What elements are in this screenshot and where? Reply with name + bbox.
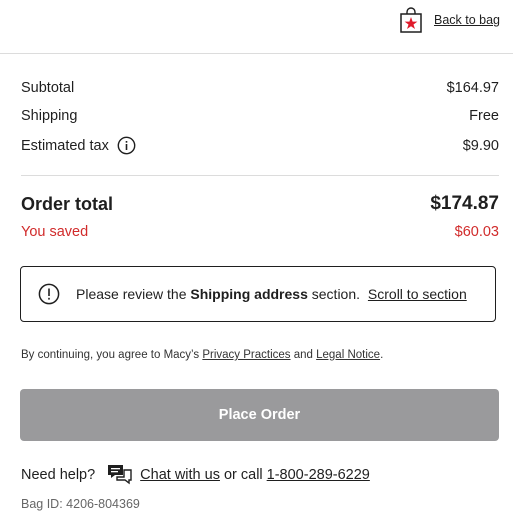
- bag-id: Bag ID: 4206-804369: [21, 497, 140, 511]
- subtotal-row: Subtotal $164.97: [21, 80, 499, 96]
- summary-divider: [21, 175, 499, 176]
- notice-section: Shipping address: [190, 286, 308, 302]
- terms-and: and: [293, 349, 313, 361]
- notice-prefix: Please review the: [76, 286, 187, 302]
- order-total-label: Order total: [21, 193, 114, 214]
- estimated-tax-label: Estimated tax: [21, 137, 109, 154]
- estimated-tax-row: Estimated tax $9.90: [21, 136, 499, 155]
- alert-icon: [38, 283, 60, 305]
- you-saved-value: $60.03: [454, 224, 499, 240]
- help-row: Need help? Chat with us or call 1-800-28…: [21, 463, 370, 486]
- place-order-button[interactable]: Place Order: [20, 389, 499, 441]
- legal-notice-link[interactable]: Legal Notice: [316, 349, 380, 361]
- chat-with-us-link[interactable]: Chat with us: [140, 467, 220, 483]
- subtotal-label: Subtotal: [21, 80, 75, 96]
- need-help-label: Need help?: [21, 466, 96, 483]
- or-call-text: or call: [223, 466, 263, 483]
- terms-prefix: By continuing, you agree to Macy’s: [21, 349, 200, 361]
- back-to-bag-link[interactable]: Back to bag: [434, 13, 500, 27]
- back-to-bag-link-group[interactable]: Back to bag: [398, 6, 500, 34]
- phone-link[interactable]: 1-800-289-6229: [267, 467, 370, 483]
- notice-text: Please review the Shipping address secti…: [76, 286, 467, 302]
- info-icon[interactable]: [117, 136, 136, 155]
- chat-icon[interactable]: [107, 463, 132, 486]
- you-saved-label: You saved: [21, 224, 89, 240]
- estimated-tax-value: $9.90: [462, 137, 499, 154]
- notice-suffix: section.: [311, 286, 361, 302]
- terms-text: By continuing, you agree to Macy’s Priva…: [21, 349, 383, 361]
- terms-end: .: [380, 349, 384, 361]
- order-total-value: $174.87: [430, 193, 499, 214]
- subtotal-value: $164.97: [446, 80, 499, 96]
- shipping-review-notice: Please review the Shipping address secti…: [20, 266, 496, 322]
- scroll-to-section-link[interactable]: Scroll to section: [368, 286, 467, 302]
- order-total-row: Order total $174.87: [21, 193, 499, 215]
- shipping-label: Shipping: [21, 108, 78, 124]
- you-saved-row: You saved $60.03: [21, 224, 499, 240]
- shipping-row: Shipping Free: [21, 108, 499, 124]
- top-bar: Back to bag: [0, 0, 513, 54]
- estimated-tax-label-group: Estimated tax: [21, 136, 136, 155]
- privacy-practices-link[interactable]: Privacy Practices: [202, 349, 290, 361]
- shipping-value: Free: [469, 108, 499, 124]
- shopping-bag-icon[interactable]: [398, 6, 424, 34]
